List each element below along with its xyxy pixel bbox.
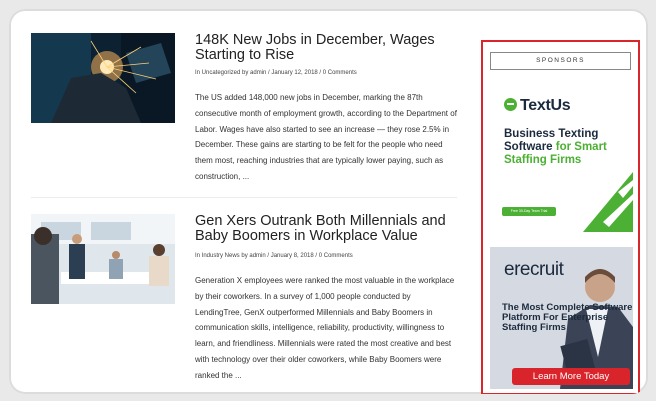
article-meta: In Industry News by admin / January 8, 2… xyxy=(195,253,353,259)
article-thumbnail-office[interactable] xyxy=(31,214,175,304)
article-divider xyxy=(31,197,457,198)
article-excerpt: The US added 148,000 new jobs in Decembe… xyxy=(195,93,457,181)
article-meta: In Uncategorized by admin / January 12, … xyxy=(195,70,357,76)
article-thumbnail-welder[interactable] xyxy=(31,33,175,123)
article-title-link[interactable]: 148K New Jobs in December, Wages Startin… xyxy=(195,33,457,63)
green-stripes-graphic xyxy=(583,172,633,232)
erecruit-logo: erecruit xyxy=(504,259,564,280)
article-title-link[interactable]: Gen Xers Outrank Both Millennials and Ba… xyxy=(195,214,457,244)
free-trial-button[interactable]: Free 30-Day Team Trial xyxy=(502,207,556,216)
chat-bubble-icon xyxy=(504,98,517,111)
erecruit-ad-copy: The Most Complete Software Platform For … xyxy=(502,302,633,333)
erecruit-ad-banner[interactable]: erecruit The Most Complete Software Plat… xyxy=(490,247,633,389)
textus-ad-copy: Business Texting Software for Smart Staf… xyxy=(504,128,607,166)
learn-more-button[interactable]: Learn More Today xyxy=(512,368,630,385)
textus-ad-banner[interactable]: TextUs Business Texting Software for Sma… xyxy=(490,79,633,232)
content-card: 148K New Jobs in December, Wages Startin… xyxy=(9,9,648,394)
article-excerpt: Generation X employees were ranked the m… xyxy=(195,276,455,380)
sponsors-heading: SPONSORS xyxy=(490,52,631,70)
sponsors-sidebar: SPONSORS TextUs Business Texting Softwar… xyxy=(481,40,640,394)
textus-logo: TextUs xyxy=(504,97,571,115)
